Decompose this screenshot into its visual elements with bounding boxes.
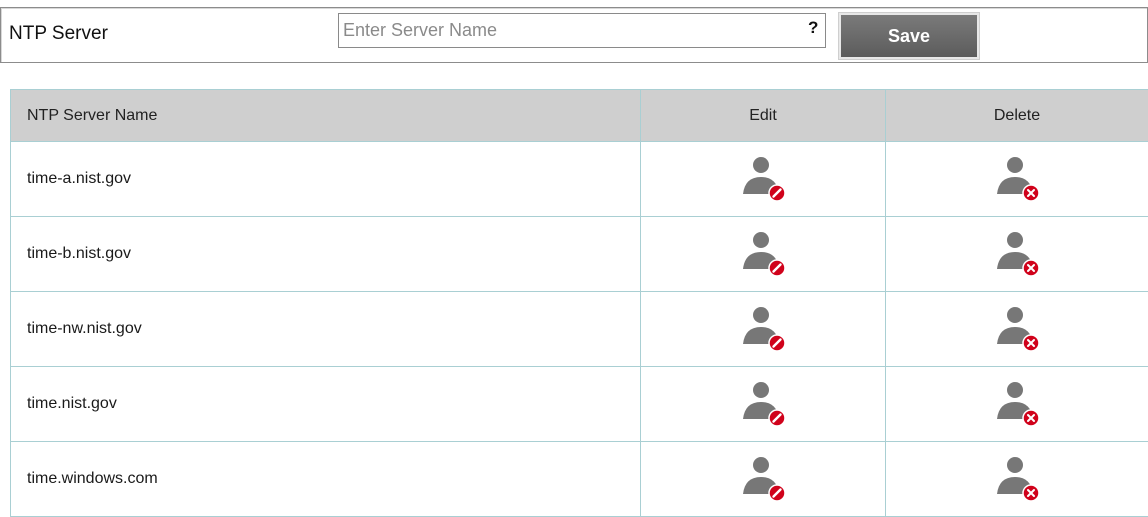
edit-cell xyxy=(641,217,886,292)
table-row: time.windows.com xyxy=(11,442,1148,517)
edit-cell xyxy=(641,292,886,367)
column-header-delete: Delete xyxy=(886,90,1148,142)
edit-cell xyxy=(641,142,886,217)
edit-cell xyxy=(641,442,886,517)
edit-user-icon[interactable] xyxy=(742,231,784,277)
delete-user-icon[interactable] xyxy=(996,156,1038,202)
delete-cell xyxy=(886,217,1148,292)
edit-user-icon[interactable] xyxy=(742,381,784,427)
table-row: time.nist.gov xyxy=(11,367,1148,442)
ntp-server-table: NTP Server Name Edit Delete time-a.nist.… xyxy=(10,89,1148,517)
delete-cell xyxy=(886,442,1148,517)
table-header-row: NTP Server Name Edit Delete xyxy=(11,90,1148,142)
delete-cell xyxy=(886,142,1148,217)
delete-user-icon[interactable] xyxy=(996,381,1038,427)
ntp-server-form: NTP Server ? Save xyxy=(0,7,1148,63)
server-name-cell: time-b.nist.gov xyxy=(11,217,641,292)
server-name-cell: time.nist.gov xyxy=(11,367,641,442)
delete-user-icon[interactable] xyxy=(996,306,1038,352)
server-name-cell: time.windows.com xyxy=(11,442,641,517)
table-row: time-b.nist.gov xyxy=(11,217,1148,292)
server-name-cell: time-nw.nist.gov xyxy=(11,292,641,367)
table-body: time-a.nist.govtime-b.nist.govtime-nw.ni… xyxy=(11,142,1148,517)
delete-user-icon[interactable] xyxy=(996,231,1038,277)
save-button[interactable]: Save xyxy=(839,13,979,59)
edit-user-icon[interactable] xyxy=(742,306,784,352)
help-icon[interactable]: ? xyxy=(808,18,818,38)
delete-user-icon[interactable] xyxy=(996,456,1038,502)
ntp-server-label: NTP Server xyxy=(9,23,108,45)
column-header-name: NTP Server Name xyxy=(11,90,641,142)
server-name-cell: time-a.nist.gov xyxy=(11,142,641,217)
table-row: time-a.nist.gov xyxy=(11,142,1148,217)
edit-user-icon[interactable] xyxy=(742,156,784,202)
delete-cell xyxy=(886,367,1148,442)
delete-cell xyxy=(886,292,1148,367)
column-header-edit: Edit xyxy=(641,90,886,142)
edit-user-icon[interactable] xyxy=(742,456,784,502)
edit-cell xyxy=(641,367,886,442)
table-row: time-nw.nist.gov xyxy=(11,292,1148,367)
server-name-input[interactable] xyxy=(338,13,826,48)
